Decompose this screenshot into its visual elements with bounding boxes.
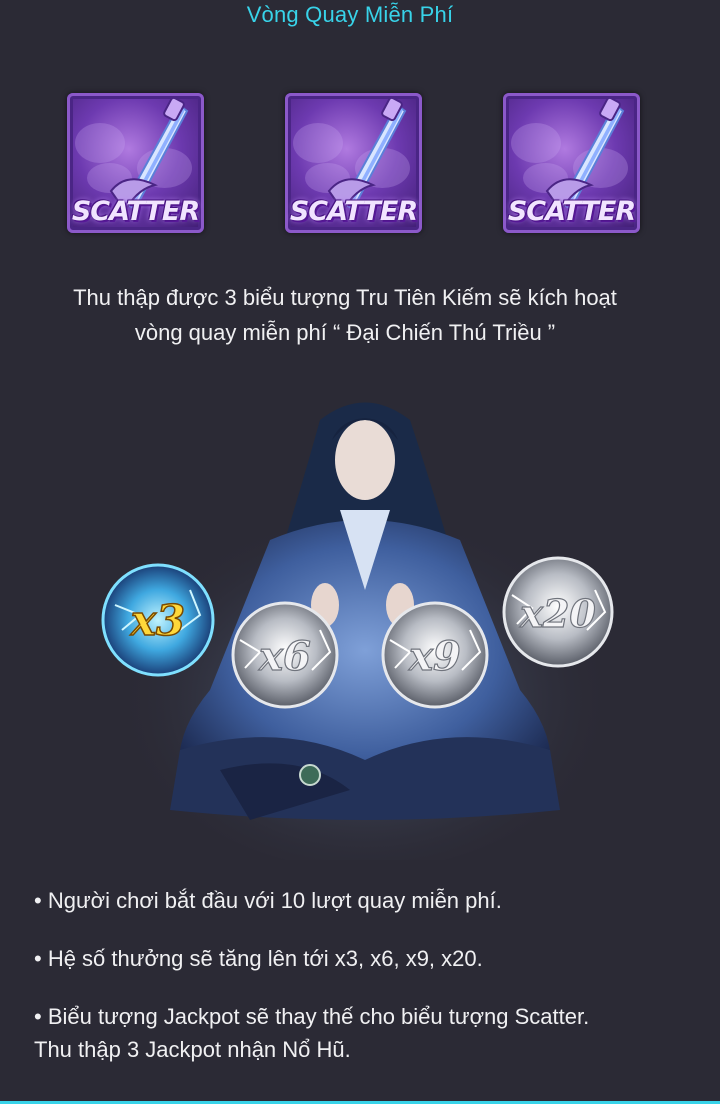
multiplier-orb-x9: x9 xyxy=(381,601,489,709)
rule-multipliers: • Hệ số thưởng sẽ tăng lên tới x3, x6, x… xyxy=(34,946,483,971)
multiplier-orb-x3: x3 xyxy=(101,563,215,677)
description-line-2: vòng quay miễn phí “ Đại Chiến Thú Triều… xyxy=(134,320,556,345)
orb-label-x9: x9 xyxy=(408,633,461,680)
page-title: Vòng Quay Miễn Phí xyxy=(246,2,454,27)
description-line-1: Thu thập được 3 biểu tượng Tru Tiên Kiếm… xyxy=(73,285,617,310)
free-spins-description: Thu thập được 3 biểu tượng Tru Tiên Kiếm… xyxy=(20,280,670,350)
scatter-label: SCATTER xyxy=(507,196,636,227)
orb-label-x20: x20 xyxy=(519,591,596,636)
scatter-symbol-card: SCATTER xyxy=(503,93,640,233)
scatter-symbol-card: SCATTER xyxy=(67,93,204,233)
multiplier-orb-x6: x6 xyxy=(231,601,339,709)
multiplier-orb-x20: x20 xyxy=(502,556,614,668)
rule-jackpot: • Biểu tượng Jackpot sẽ thay thế cho biể… xyxy=(34,1000,684,1066)
free-spins-info-page: Vòng Quay Miễn Phí SCATTER SCATTER SCATT… xyxy=(0,0,720,1104)
rule-free-spins-count: • Người chơi bắt đầu với 10 lượt quay mi… xyxy=(34,888,502,913)
scatter-symbol-row: SCATTER SCATTER SCATTER xyxy=(0,93,720,235)
orb-label-x6: x6 xyxy=(258,633,311,680)
scatter-symbol-card: SCATTER xyxy=(285,93,422,233)
rule-jackpot-line-1: • Biểu tượng Jackpot sẽ thay thế cho biể… xyxy=(34,1004,590,1029)
rule-jackpot-line-2: Thu thập 3 Jackpot nhận Nổ Hũ. xyxy=(34,1037,351,1062)
character-illustration: x3 x6 x9 x20 xyxy=(101,402,615,860)
scatter-label: SCATTER xyxy=(71,196,200,227)
orb-label-x3: x3 xyxy=(130,596,185,645)
scatter-label: SCATTER xyxy=(289,196,418,227)
